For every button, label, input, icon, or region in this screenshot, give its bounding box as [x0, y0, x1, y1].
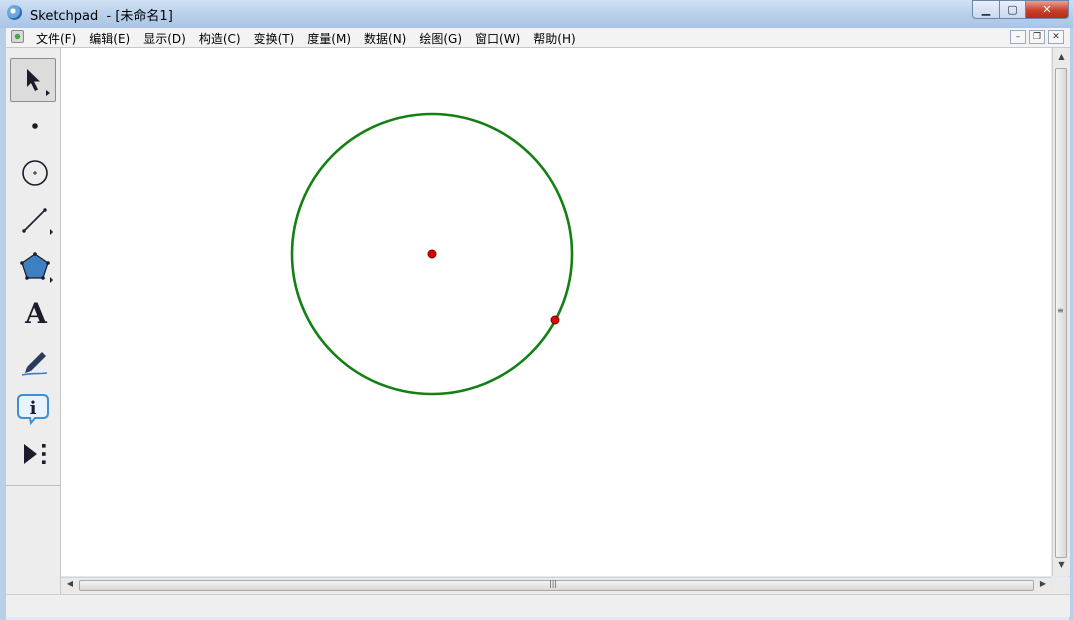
- vertical-scrollbar[interactable]: ▲ ≡ ▼: [1052, 48, 1070, 576]
- compass-tool[interactable]: [10, 151, 56, 193]
- custom-tool[interactable]: [10, 433, 56, 475]
- text-icon: A: [25, 296, 47, 330]
- menu-items: 文件(F) 编辑(E) 显示(D) 构造(C) 变换(T) 度量(M) 数据(N…: [36, 30, 589, 47]
- document-minimize-button[interactable]: –: [1010, 30, 1026, 44]
- scroll-left-arrow[interactable]: ◀: [63, 579, 77, 593]
- info-icon: i: [17, 394, 49, 426]
- menu-help[interactable]: 帮助(H): [533, 30, 575, 47]
- menu-transform[interactable]: 变换(T): [254, 30, 295, 47]
- menu-construct[interactable]: 构造(C): [199, 30, 241, 47]
- scroll-down-arrow[interactable]: ▼: [1053, 560, 1070, 574]
- document-close-button[interactable]: ✕: [1048, 30, 1064, 44]
- scrollbar-corner: [1052, 577, 1070, 594]
- document-restore-button[interactable]: ❐: [1029, 30, 1045, 44]
- sketchpad-app-icon[interactable]: [7, 5, 22, 20]
- title-bar: Sketchpad - [未命名1] ▁ ▢ ✕: [0, 0, 1073, 28]
- text-tool[interactable]: A: [10, 292, 56, 334]
- window-controls: ▁ ▢ ✕: [972, 0, 1069, 19]
- pentagon-icon: [20, 252, 53, 283]
- document-controls: – ❐ ✕: [1010, 30, 1064, 44]
- sketch-drawing: [290, 112, 574, 396]
- point-icon: [32, 123, 38, 129]
- status-bar: [6, 594, 1070, 617]
- point-tool[interactable]: [10, 104, 56, 146]
- document-icon[interactable]: [11, 30, 24, 43]
- center-point[interactable]: [427, 249, 437, 259]
- window-title: Sketchpad - [未命名1]: [30, 9, 173, 24]
- line-icon: [22, 208, 53, 235]
- marker-tool[interactable]: [10, 339, 56, 381]
- toolbox: A i: [6, 48, 61, 594]
- information-tool[interactable]: i: [10, 386, 56, 428]
- arrow-icon: [27, 69, 50, 96]
- scroll-right-arrow[interactable]: ▶: [1036, 579, 1050, 593]
- menu-edit[interactable]: 编辑(E): [89, 30, 130, 47]
- menu-window[interactable]: 窗口(W): [475, 30, 520, 47]
- straightedge-tool[interactable]: [10, 198, 56, 240]
- menu-graph[interactable]: 绘图(G): [419, 30, 462, 47]
- polygon-tool[interactable]: [10, 245, 56, 287]
- circle-icon: [22, 160, 48, 186]
- sketch-canvas[interactable]: [61, 48, 1051, 576]
- arrow-tool[interactable]: [10, 58, 56, 102]
- radius-point[interactable]: [550, 315, 560, 325]
- info-glyph: i: [30, 398, 37, 419]
- horizontal-scrollbar[interactable]: ◀ ||| ▶: [61, 577, 1051, 594]
- menu-data[interactable]: 数据(N): [364, 30, 406, 47]
- toolbox-divider: [6, 485, 60, 486]
- horizontal-thumb-grip: |||: [549, 579, 558, 588]
- maximize-button[interactable]: ▢: [1000, 0, 1026, 19]
- minimize-button[interactable]: ▁: [972, 0, 1000, 19]
- vertical-thumb-grip: ≡: [1057, 306, 1064, 315]
- marker-icon: [21, 352, 48, 376]
- close-button[interactable]: ✕: [1026, 0, 1069, 19]
- scroll-up-arrow[interactable]: ▲: [1053, 52, 1070, 66]
- menu-file[interactable]: 文件(F): [36, 30, 76, 47]
- menu-display[interactable]: 显示(D): [143, 30, 186, 47]
- menu-bar: 文件(F) 编辑(E) 显示(D) 构造(C) 变换(T) 度量(M) 数据(N…: [6, 28, 1070, 48]
- menu-measure[interactable]: 度量(M): [307, 30, 351, 47]
- custom-tools-icon: [24, 444, 46, 464]
